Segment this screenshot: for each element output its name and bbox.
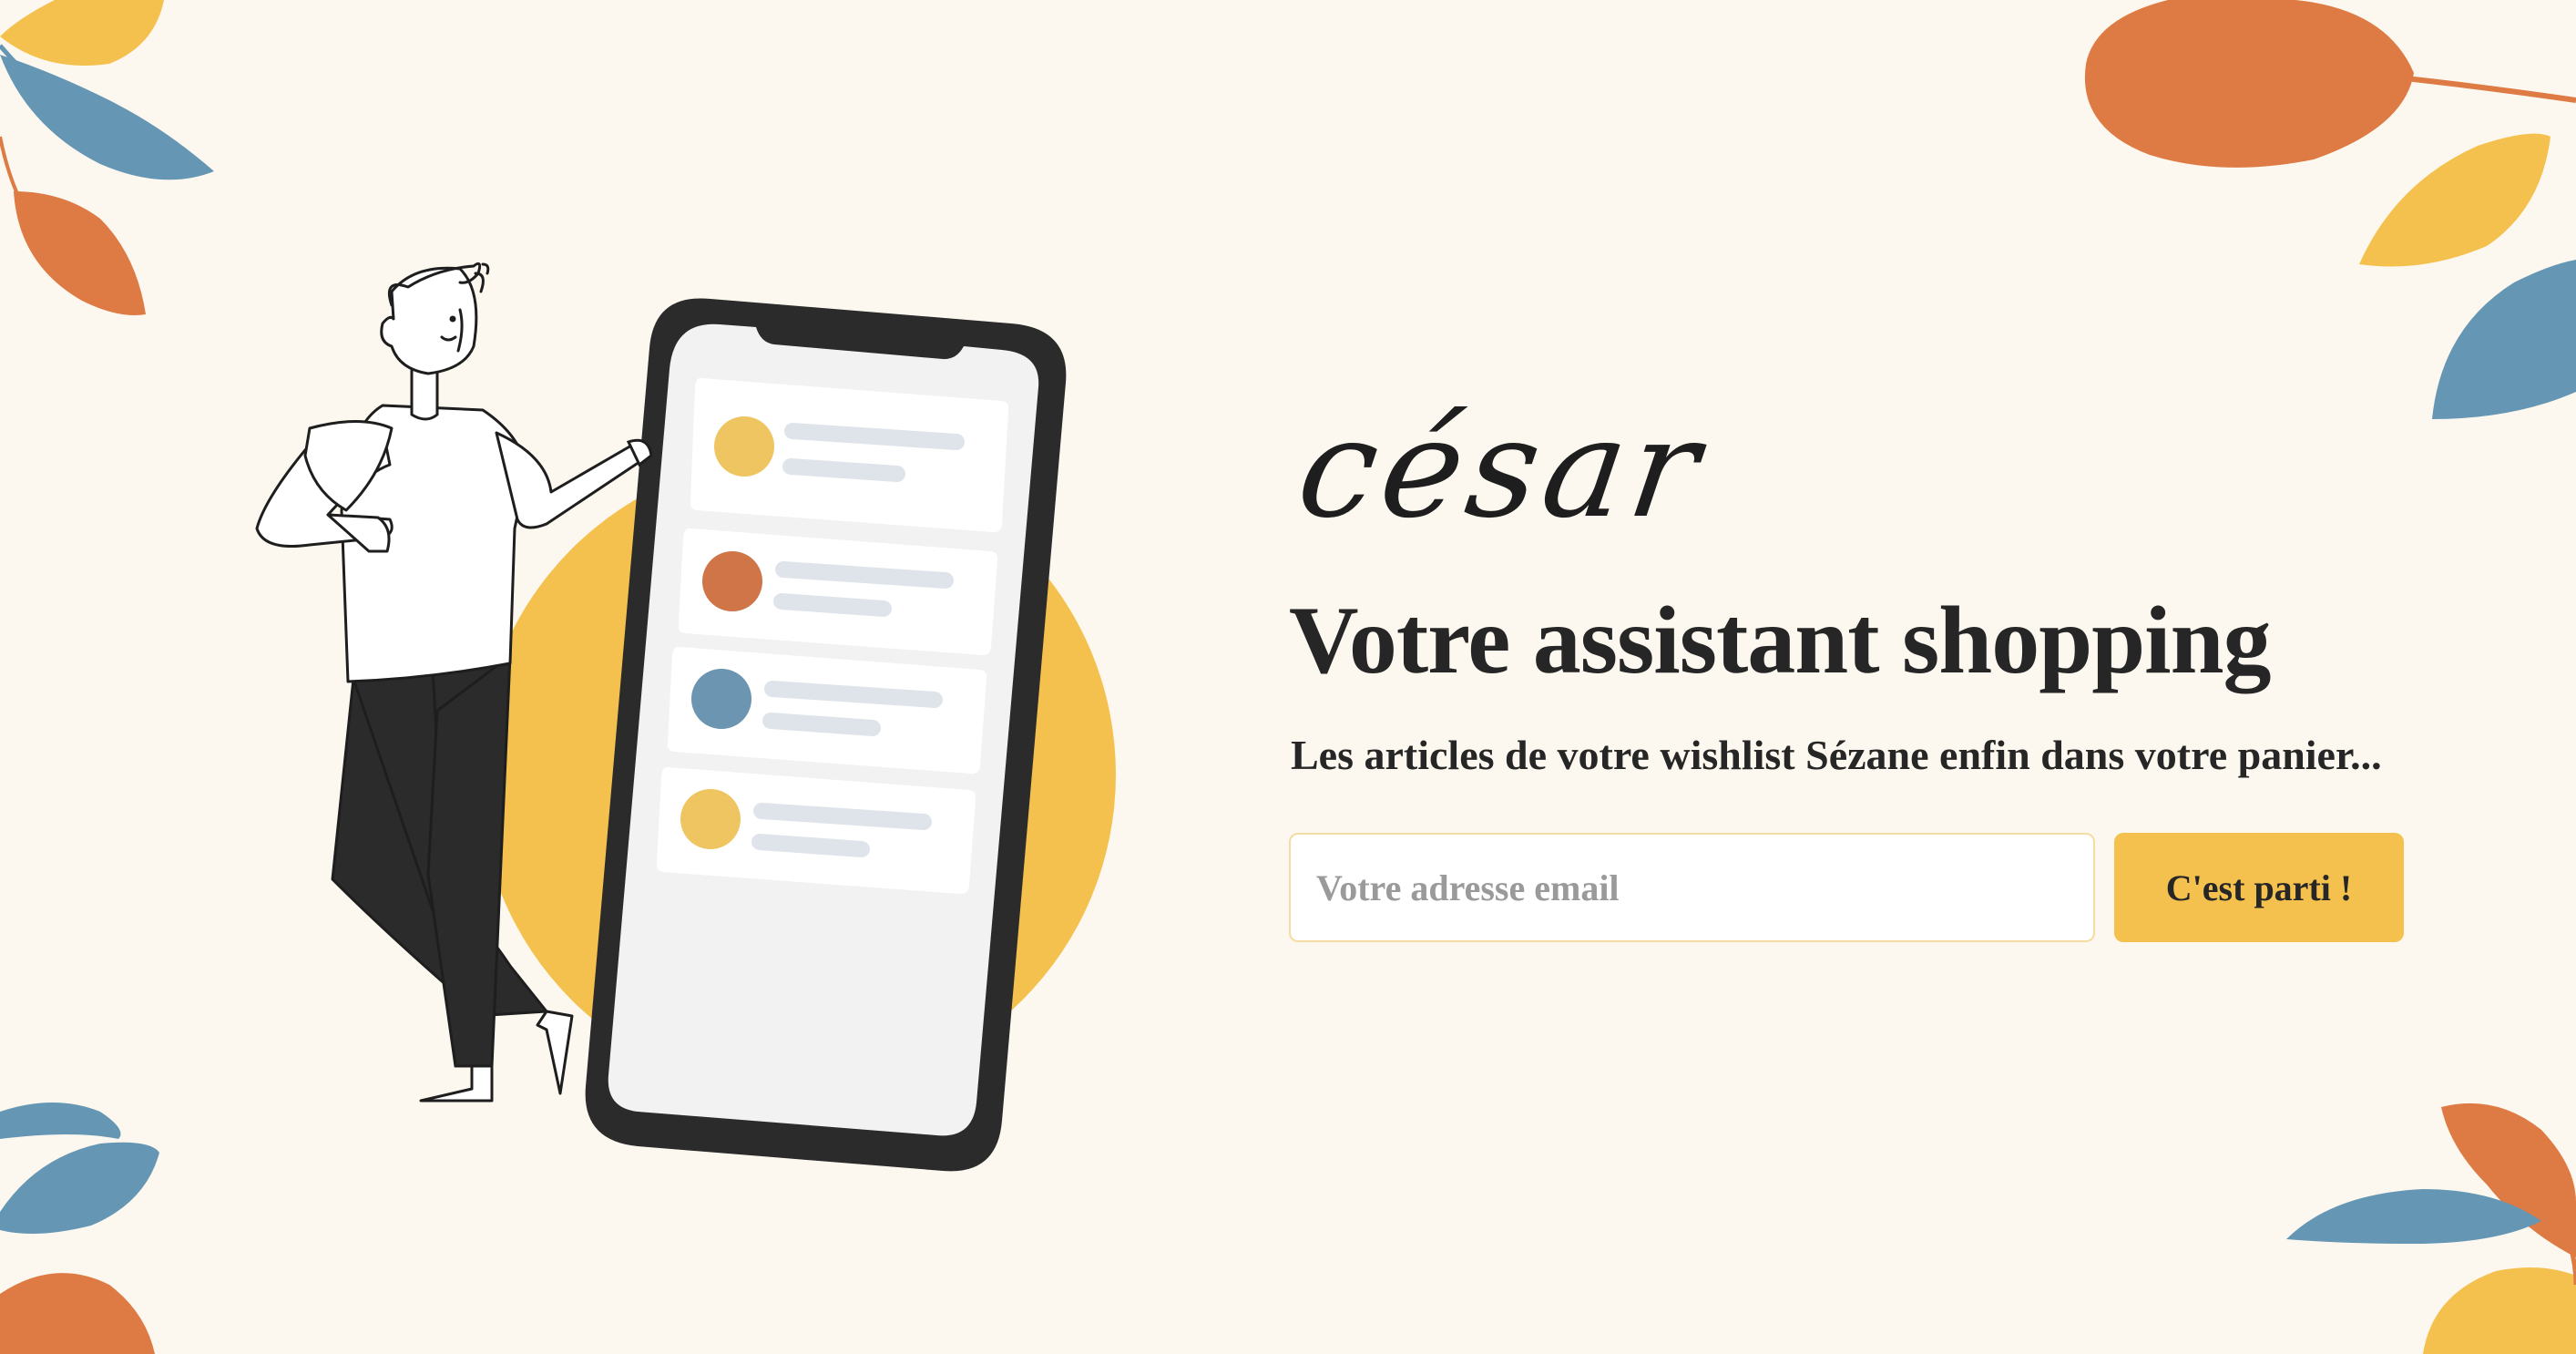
phone-list-item bbox=[690, 377, 1009, 533]
signup-form: C'est parti ! bbox=[1289, 833, 2473, 942]
phone-illustration bbox=[585, 298, 1067, 1172]
submit-button[interactable]: C'est parti ! bbox=[2114, 833, 2404, 942]
page-title: Votre assistant shopping bbox=[1289, 587, 2272, 693]
cesar-logo: césar bbox=[1289, 390, 1713, 549]
page-subtitle: Les articles de votre wishlist Sézane en… bbox=[1291, 732, 2382, 778]
hero-section: césar Votre assistant shopping Les artic… bbox=[1289, 390, 2473, 942]
email-input[interactable] bbox=[1289, 833, 2095, 942]
